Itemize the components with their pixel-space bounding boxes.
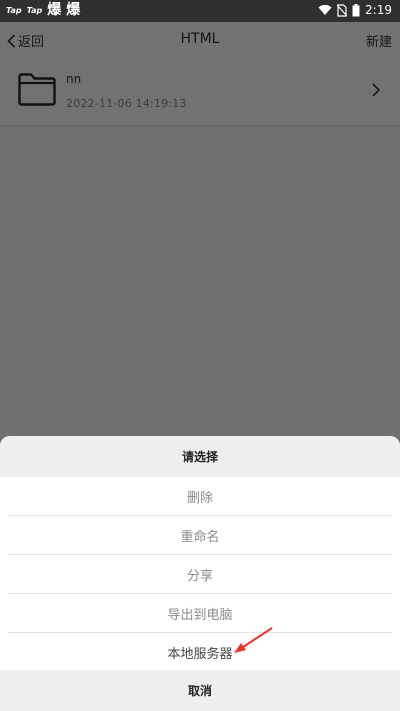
app-notification-icon: 爆 [47, 2, 62, 18]
rename-option[interactable]: 重命名 [8, 516, 392, 555]
action-sheet: 请选择 删除 重命名 分享 导出到电脑 本地服务器 取消 [0, 436, 400, 711]
export-to-pc-option[interactable]: 导出到电脑 [8, 594, 392, 633]
cancel-button[interactable]: 取消 [0, 670, 400, 711]
new-button[interactable]: 新建 [366, 31, 392, 50]
app-notification-icon: 爆 [66, 2, 81, 18]
no-sim-icon [337, 3, 348, 17]
wifi-icon [318, 4, 332, 15]
status-time: 2:19 [365, 3, 392, 17]
app-bar: 返回 HTML 新建 [0, 22, 400, 58]
action-sheet-title: 请选择 [0, 436, 400, 477]
battery-icon [352, 3, 360, 16]
delete-option[interactable]: 删除 [8, 477, 392, 516]
annotation-arrow-icon [234, 627, 273, 653]
file-name: nn [66, 72, 82, 86]
back-button[interactable]: 返回 [7, 31, 44, 50]
chevron-right-icon [372, 83, 380, 97]
taptap-logo: Tap [6, 5, 22, 15]
share-option[interactable]: 分享 [8, 555, 392, 594]
folder-icon [18, 73, 56, 106]
file-date: 2022-11-06 14:19:13 [66, 97, 187, 110]
file-list-item[interactable]: nn 2022-11-06 14:19:13 [0, 58, 400, 126]
page-title: HTML [180, 31, 220, 47]
local-server-option[interactable]: 本地服务器 [8, 633, 392, 672]
status-bar: Tap Tap 爆 爆 2:19 [0, 0, 400, 22]
back-label: 返回 [18, 35, 45, 50]
chevron-left-icon [7, 33, 16, 48]
status-left: Tap Tap 爆 爆 [6, 3, 80, 17]
status-right: 2:19 [318, 3, 392, 17]
taptap-logo: Tap [26, 5, 43, 15]
